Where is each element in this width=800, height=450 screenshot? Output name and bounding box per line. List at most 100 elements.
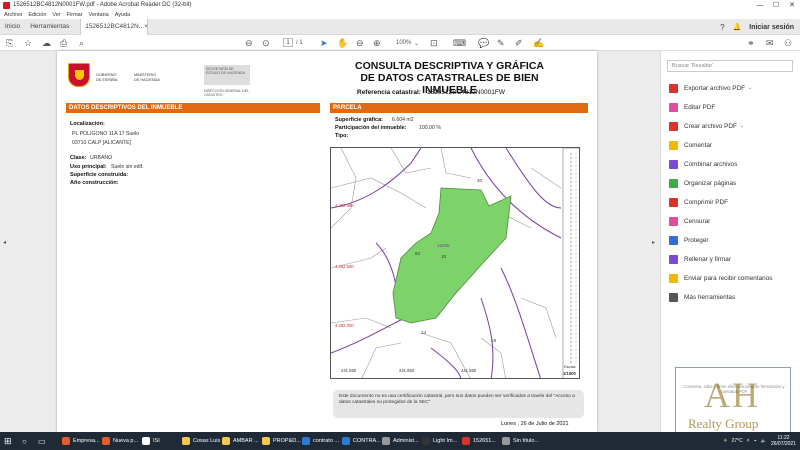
email-icon[interactable]: ✉ [766, 37, 774, 49]
tool-icon [669, 235, 678, 245]
zoom-level[interactable]: 100% [396, 37, 411, 49]
window-controls: — ☐ ✕ [752, 0, 800, 10]
tool-item[interactable]: Comprimir PDF [669, 196, 728, 208]
menu-ver[interactable]: Ver [52, 12, 60, 18]
tool-item[interactable]: Censurar [669, 215, 710, 227]
tool-item[interactable]: Crear archivo PDF ⌄ [669, 120, 744, 132]
weather-temp[interactable]: 27°C [732, 438, 743, 444]
tool-label: Más herramientas [684, 293, 736, 301]
chevron-down-icon[interactable]: ⌄ [740, 123, 744, 129]
menu-archivo[interactable]: Archivo [4, 12, 22, 18]
pen-icon[interactable]: ✎ [497, 37, 505, 49]
volume-icon[interactable]: 🔈 [761, 438, 767, 444]
people-icon[interactable]: ⚇ [784, 37, 792, 49]
map-parcel-18: 18 [491, 338, 497, 343]
cadastral-reference: Referencia catastral: 1526512BC4812N0001F… [357, 89, 506, 96]
watermark-promo-text: Convierta, edite y firme electrónicament… [683, 384, 785, 394]
watermark-name: Realty Group [688, 416, 759, 431]
map-parcel-10: 10 [441, 254, 447, 259]
windows-start-icon[interactable]: ⊞ [4, 434, 12, 448]
left-collapse-icon[interactable]: ◂ [3, 239, 6, 246]
print-icon[interactable]: ⎙ [60, 37, 67, 49]
chevron-down-icon[interactable]: ⌄ [748, 85, 752, 91]
tool-item[interactable]: Más herramientas [669, 291, 735, 303]
right-collapse-icon[interactable]: ▸ [652, 239, 655, 246]
keyboard-icon[interactable]: ⌨ [453, 37, 466, 49]
tool-icon [669, 292, 678, 302]
tool-item[interactable]: Editar PDF [669, 101, 715, 113]
section-datos-descriptivos: DATOS DESCRIPTIVOS DEL INMUEBLE [66, 103, 320, 113]
signin-button[interactable]: Iniciar sesión [749, 24, 794, 31]
tray-arrow-icon[interactable]: ˄ [747, 438, 750, 444]
tool-item[interactable]: Proteger [669, 234, 709, 246]
close-window-button[interactable]: ✕ [784, 0, 800, 10]
tab-document[interactable]: 1526512BC4812N... × [80, 18, 149, 35]
tools-search-input[interactable]: Buscar 'Resaltar' [667, 60, 793, 72]
uso-value: Suelo sin edif. [111, 164, 144, 170]
taskbar-app-label: contrato ... [313, 438, 339, 444]
hand-tool-icon[interactable]: ✋ [337, 37, 348, 49]
sign-icon[interactable]: ✍ [533, 37, 544, 49]
tool-label: Enviar para recibir comentarios [684, 274, 773, 282]
taskbar-app[interactable]: ISI [142, 434, 160, 448]
clock[interactable]: 11:22 26/07/2021 [771, 435, 796, 447]
taskbar-app-label: CONTRA... [353, 438, 381, 444]
comment-icon[interactable]: 💬 [478, 37, 489, 49]
map-coord-x3: 241.650 [461, 368, 477, 373]
app-icon [422, 437, 430, 445]
tab-document-label: 1526512BC4812N... [85, 23, 145, 30]
taskbar-app[interactable]: CONTRA... [342, 434, 381, 448]
select-cursor-icon[interactable]: ➤ [320, 37, 328, 49]
next-page-icon[interactable]: ⊙ [262, 37, 270, 49]
page-number-input[interactable]: 1 [283, 38, 293, 47]
taskbar-app[interactable]: Administ... [382, 434, 419, 448]
taskbar-app[interactable]: Light Im... [422, 434, 457, 448]
taskbar-app[interactable]: contrato ... [302, 434, 339, 448]
minimize-button[interactable]: — [752, 0, 768, 10]
tab-home[interactable]: Inicio [0, 23, 25, 30]
prev-page-icon[interactable]: ⊖ [245, 37, 253, 49]
tool-item[interactable]: Organizar páginas [669, 177, 736, 189]
network-icon[interactable]: ⌁ [754, 438, 757, 444]
tool-item[interactable]: Combinar archivos [669, 158, 737, 170]
tool-item[interactable]: Rellenar y firmar [669, 253, 731, 265]
highlight-icon[interactable]: ✐ [515, 37, 523, 49]
taskbar-search-icon[interactable]: ○ [22, 434, 27, 448]
menu-ventana[interactable]: Ventana [89, 12, 109, 18]
cloud-upload-icon[interactable]: ☁ [42, 37, 51, 49]
maximize-button[interactable]: ☐ [768, 0, 784, 10]
fit-page-icon[interactable]: ⊡ [430, 37, 438, 49]
search-icon[interactable]: ⌕ [79, 37, 84, 49]
menu-firmar[interactable]: Firmar [67, 12, 83, 18]
taskbar-app[interactable]: AMBAR ... [222, 434, 259, 448]
tab-tools[interactable]: Herramientas [25, 23, 74, 30]
taskbar-app[interactable]: Nueva p... [102, 434, 138, 448]
zoom-dropdown-icon[interactable]: ⌄ [414, 37, 419, 49]
taskbar-app[interactable]: 152651... [462, 434, 496, 448]
menu-ayuda[interactable]: Ayuda [115, 12, 131, 18]
clase-label: Clase: [70, 155, 87, 161]
weather-icon[interactable]: ☀ [723, 438, 727, 444]
tool-item[interactable]: Exportar archivo PDF ⌄ [669, 82, 752, 94]
help-icon[interactable]: ? [720, 23, 724, 32]
tool-item[interactable]: Enviar para recibir comentarios [669, 272, 772, 284]
tab-close-icon[interactable]: × [144, 23, 148, 30]
taskbar-app[interactable]: Sin título... [502, 434, 539, 448]
tool-label: Editar PDF [684, 103, 716, 111]
menu-edicion[interactable]: Edición [28, 12, 46, 18]
taskbar-app[interactable]: Empresa... [62, 434, 100, 448]
uso-label: Uso principal: [70, 164, 107, 170]
bell-icon[interactable]: 🔔 [733, 23, 742, 31]
taskbar-app[interactable]: PROP&D... [262, 434, 301, 448]
create-icon[interactable]: ⎘ [6, 37, 13, 49]
task-view-icon[interactable]: ▭ [38, 434, 46, 448]
realty-watermark: AH Convierta, edite y firme electrónicam… [675, 367, 791, 437]
share-link-icon[interactable]: ⚭ [747, 37, 755, 49]
taskbar-app[interactable]: Cosas Luis [182, 434, 220, 448]
zoom-in-icon[interactable]: ⊕ [373, 37, 381, 49]
bookmark-star-icon[interactable]: ☆ [24, 37, 32, 49]
localizacion-line1: PL POLIGONO 11A 17 Suelo [72, 131, 140, 137]
document-area[interactable]: ◂ ▸ GOBIERNO DE ESPAÑA MINISTERIO DE HACIE… [0, 51, 660, 432]
zoom-out-icon[interactable]: ⊖ [356, 37, 364, 49]
tool-item[interactable]: Comentar [669, 139, 712, 151]
